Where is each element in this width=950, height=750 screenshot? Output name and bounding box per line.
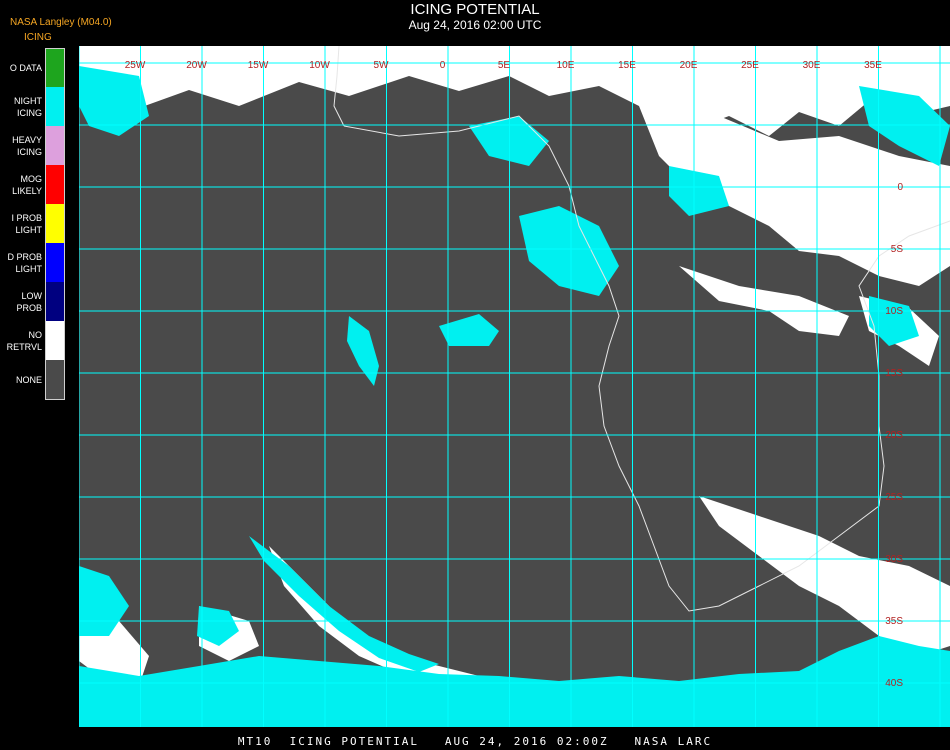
legend-label: O DATA	[9, 62, 42, 73]
night-icing-patch	[519, 206, 619, 296]
latitude-label: 30S	[885, 554, 903, 565]
latitude-label: 40S	[885, 678, 903, 689]
icing-map: 25W 20W 15W 10W 5W 0 5E 10E 15E 20E 25E 30E 35E 0 5S 10…	[79, 46, 950, 727]
legend-swatch	[46, 360, 64, 399]
latitude-label: 25S	[885, 492, 903, 503]
legend-swatch	[46, 48, 64, 87]
legend-label: I PROB LIGHT	[11, 212, 42, 235]
timestamp-subtitle: Aug 24, 2016 02:00 UTC	[408, 18, 542, 32]
legend-item-no-data: O DATA	[0, 48, 66, 87]
longitude-label: 35E	[864, 60, 882, 71]
longitude-label: 15W	[248, 60, 269, 71]
longitude-label: 5E	[498, 60, 511, 71]
legend-label: D PROB LIGHT	[7, 251, 42, 274]
night-icing-patch	[347, 316, 379, 386]
longitude-label: 15E	[618, 60, 636, 71]
latitude-label: 15S	[885, 368, 903, 379]
legend-item-hi-prob-light: I PROB LIGHT	[0, 204, 66, 243]
longitude-label: 25E	[741, 60, 759, 71]
legend-label: NO RETRVL	[6, 329, 42, 352]
legend-swatch	[46, 204, 64, 243]
legend-label: MOG LIKELY	[12, 173, 42, 196]
page-title: ICING POTENTIAL	[410, 1, 540, 18]
latitude-label: 20S	[885, 430, 903, 441]
legend-label: LOW PROB	[16, 290, 42, 313]
night-icing-patch	[869, 296, 919, 346]
longitude-label: 30E	[803, 60, 821, 71]
cloud-patches	[79, 46, 950, 727]
footer-caption: MT10 ICING POTENTIAL AUG 24, 2016 02:00Z…	[237, 735, 713, 748]
longitude-label: 10W	[309, 60, 330, 71]
legend-label: NIGHT ICING	[14, 95, 42, 118]
no-retrieval-patch	[699, 496, 950, 656]
legend-item-low-prob: LOW PROB	[0, 282, 66, 321]
legend-swatch	[46, 165, 64, 204]
longitude-label: 5W	[374, 60, 390, 71]
legend-item-heavy-icing: HEAVY ICING	[0, 126, 66, 165]
latitude-label: 0	[897, 182, 903, 193]
no-retrieval-patch	[679, 266, 849, 336]
legend-swatch	[46, 243, 64, 282]
latitude-label: 10S	[885, 306, 903, 317]
legend-item-none: NONE	[0, 360, 66, 399]
product-label: ICING	[24, 32, 52, 43]
legend-swatch	[46, 321, 64, 360]
latitude-label: 5S	[891, 244, 904, 255]
longitude-label: 20E	[680, 60, 698, 71]
longitude-label: 0	[440, 60, 446, 71]
legend-label: HEAVY ICING	[12, 134, 42, 157]
legend-item-mog-likely: MOG LIKELY	[0, 165, 66, 204]
icing-legend: O DATA NIGHT ICING HEAVY ICING MOG LIKEL…	[0, 48, 66, 399]
longitude-label: 25W	[125, 60, 146, 71]
longitude-label: 10E	[557, 60, 575, 71]
legend-swatch	[46, 126, 64, 165]
longitude-label: 20W	[186, 60, 207, 71]
legend-swatch	[46, 87, 64, 126]
legend-item-night-icing: NIGHT ICING	[0, 87, 66, 126]
latitude-label: 35S	[885, 616, 903, 627]
legend-item-no-retrieval: NO RETRVL	[0, 321, 66, 360]
legend-item-lo-prob-light: D PROB LIGHT	[0, 243, 66, 282]
legend-label: NONE	[15, 374, 42, 385]
legend-swatch	[46, 282, 64, 321]
map-canvas: 25W 20W 15W 10W 5W 0 5E 10E 15E 20E 25E 30E 35E 0 5S 10…	[79, 46, 950, 727]
